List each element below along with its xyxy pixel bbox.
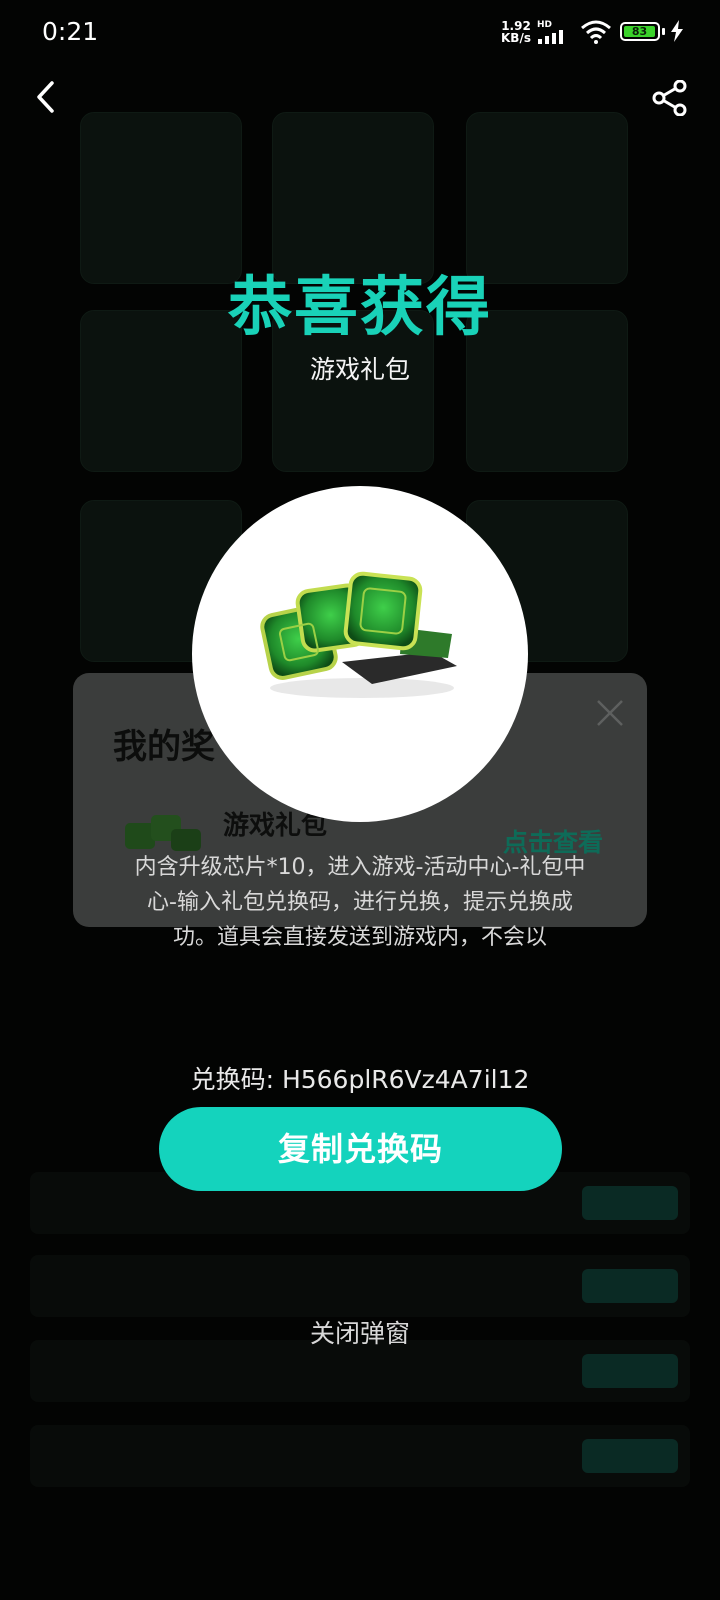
wifi-icon <box>581 20 611 44</box>
chip-pack-image <box>260 571 457 698</box>
reward-description: 内含升级芯片*10，进入游戏-活动中心-礼包中心-输入礼包兑换码，进行兑换，提示… <box>134 855 586 950</box>
battery-tip <box>662 28 665 35</box>
status-bar: 0:21 1.92 KB/s HD 83 <box>0 0 720 64</box>
bg-row <box>30 1425 690 1487</box>
charging-icon <box>671 20 683 42</box>
status-time: 0:21 <box>42 17 99 46</box>
hd-label: HD <box>537 20 553 30</box>
popup-title: 恭喜获得 <box>228 271 492 345</box>
battery-level: 83 <box>624 26 655 37</box>
copy-code-button[interactable]: 复制兑换码 <box>159 1107 562 1191</box>
prize-panel-title: 我的奖 <box>113 727 215 767</box>
network-speed: 1.92 KB/s <box>501 20 531 44</box>
reward-image-circle <box>192 486 528 822</box>
share-icon[interactable] <box>652 80 688 116</box>
close-popup-link[interactable]: 关闭弹窗 <box>0 1314 720 1350</box>
bg-row <box>30 1255 690 1317</box>
network-speed-unit: KB/s <box>501 31 531 45</box>
popup-subtitle: 游戏礼包 <box>309 355 410 384</box>
signal-icon <box>538 30 563 44</box>
close-icon[interactable] <box>595 698 625 728</box>
back-icon[interactable] <box>34 80 58 114</box>
battery-icon: 83 <box>620 22 660 41</box>
redeem-code: 兑换码: H566plR6Vz4A7il12 <box>190 1065 530 1094</box>
